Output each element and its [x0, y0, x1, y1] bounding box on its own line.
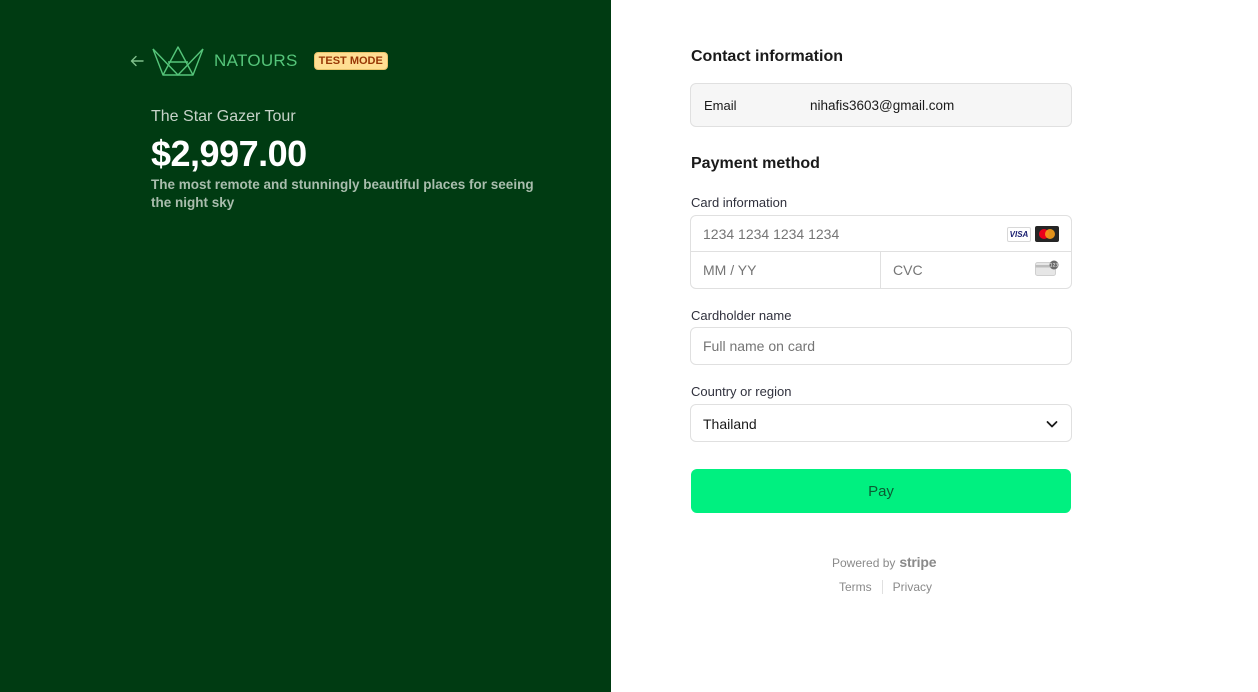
pay-button[interactable]: Pay	[691, 469, 1071, 513]
cvc-input[interactable]	[893, 262, 1023, 278]
email-label: Email	[704, 97, 737, 113]
merchant-header: NATOURS TEST MODE	[129, 44, 388, 78]
powered-by-stripe[interactable]: Powered by stripe	[832, 554, 937, 570]
cardholder-label: Cardholder name	[691, 308, 792, 323]
country-value: Thailand	[703, 416, 757, 432]
country-label: Country or region	[691, 384, 792, 399]
card-number-row: VISA	[691, 216, 1071, 252]
expiry-input[interactable]	[703, 262, 868, 278]
merchant-name: NATOURS	[214, 51, 298, 70]
card-info-label: Card information	[691, 195, 788, 210]
product-description: The most remote and stunningly beautiful…	[151, 177, 534, 210]
stripe-logo: stripe	[899, 554, 937, 570]
payment-section-title: Payment method	[691, 155, 820, 172]
order-summary-panel: NATOURS TEST MODE The Star Gazer Tour $2…	[0, 0, 611, 692]
visa-icon: VISA	[1007, 227, 1031, 242]
chevron-down-icon	[1046, 421, 1058, 428]
email-value: nihafis3603@gmail.com	[810, 97, 955, 113]
mastercard-icon	[1035, 226, 1059, 242]
test-mode-badge: TEST MODE	[313, 52, 388, 70]
footer-divider	[881, 580, 883, 594]
cvc-card-icon: 123	[1035, 260, 1059, 276]
email-field[interactable]: Email nihafis3603@gmail.com	[690, 83, 1072, 127]
svg-text:123: 123	[1050, 263, 1059, 269]
natours-logo	[152, 46, 204, 76]
card-number-input[interactable]	[703, 226, 993, 242]
cardholder-field	[690, 327, 1072, 365]
contact-section-title: Contact information	[691, 48, 843, 65]
card-information-group: VISA 123	[690, 215, 1072, 289]
powered-by-text: Powered by	[832, 556, 896, 570]
payment-form-panel: Contact information Email nihafis3603@gm…	[611, 0, 1258, 692]
cardholder-input[interactable]	[703, 338, 1053, 354]
card-expiry-cvc-row: 123	[691, 252, 1071, 289]
back-arrow-icon[interactable]	[129, 53, 145, 69]
product-price: $2,997.00	[151, 133, 307, 174]
footer-links: Terms Privacy	[839, 580, 932, 594]
privacy-link[interactable]: Privacy	[893, 580, 932, 594]
country-select[interactable]: Thailand	[690, 404, 1072, 442]
product-name: The Star Gazer Tour	[151, 108, 296, 125]
terms-link[interactable]: Terms	[839, 580, 872, 594]
field-divider	[880, 252, 881, 289]
